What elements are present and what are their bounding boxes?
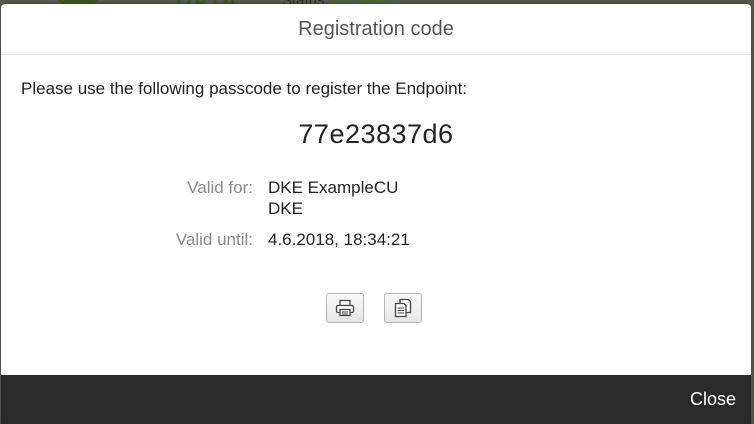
copy-button[interactable] (384, 293, 422, 323)
registration-code-dialog: Registration code Please use the followi… (1, 4, 751, 424)
dialog-header: Registration code (1, 4, 751, 55)
print-button[interactable] (326, 293, 364, 323)
printer-icon (335, 299, 355, 317)
dialog-footer: Close (1, 375, 751, 424)
validity-info: Valid for: DKE ExampleCU DKE Valid until… (1, 177, 751, 260)
copy-icon (394, 298, 412, 318)
action-buttons (326, 293, 422, 323)
valid-until-value: 4.6.2018, 18:34:21 (268, 230, 410, 249)
valid-for-value: DKE ExampleCU DKE (268, 177, 398, 219)
valid-for-row: Valid for: DKE ExampleCU DKE (1, 177, 751, 219)
valid-for-line-2: DKE (268, 199, 303, 218)
valid-for-line-1: DKE ExampleCU (268, 178, 399, 197)
valid-until-row: Valid until: 4.6.2018, 18:34:21 (1, 229, 751, 250)
dialog-title: Registration code (298, 17, 454, 40)
valid-until-label: Valid until: (175, 230, 253, 249)
passcode-value: 77e23837d6 (298, 119, 454, 149)
intro-text: Please use the following passcode to reg… (21, 79, 468, 98)
close-button[interactable]: Close (690, 389, 736, 410)
dialog-body: Please use the following passcode to reg… (1, 55, 751, 376)
valid-for-label: Valid for: (187, 178, 253, 197)
